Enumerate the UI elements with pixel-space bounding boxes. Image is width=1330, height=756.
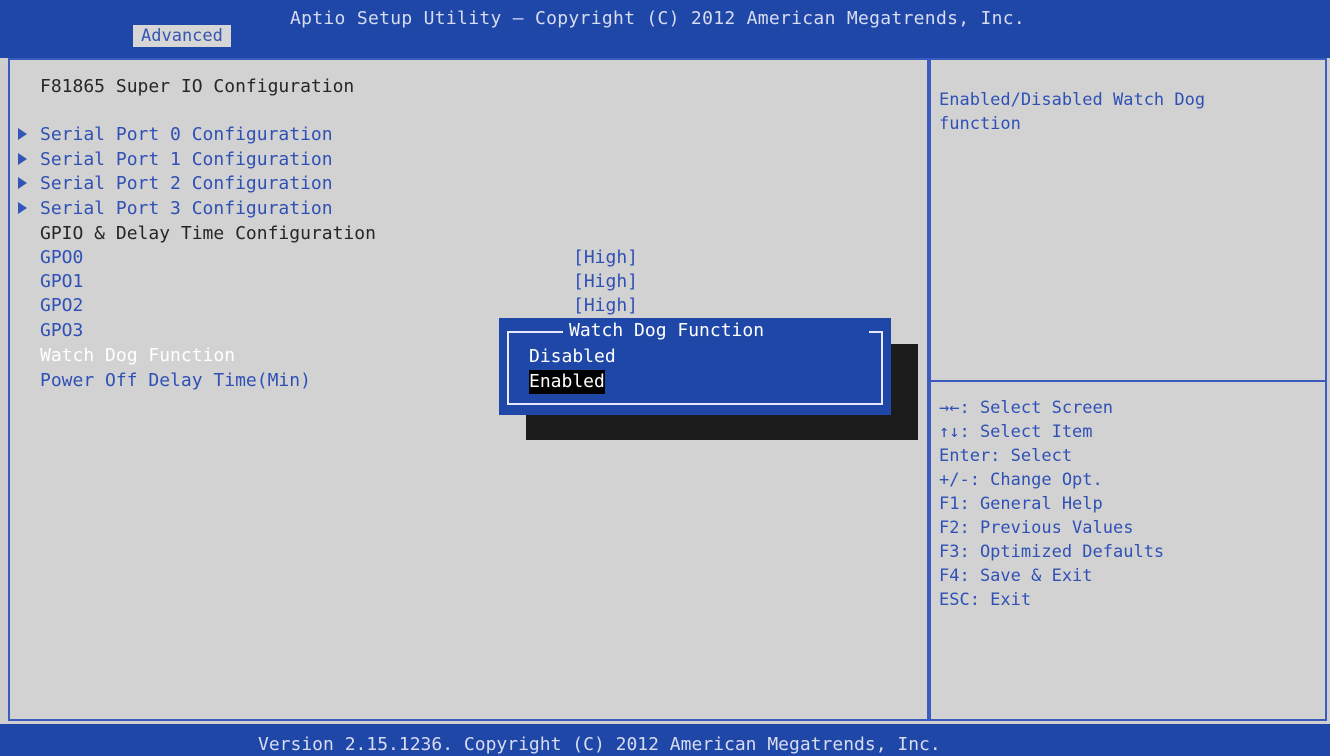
key-item-change-opt: +/-: Change Opt. [939, 470, 1103, 490]
title-bar: Aptio Setup Utility – Copyright (C) 2012… [0, 0, 1330, 58]
popup-title: Watch Dog Function [569, 320, 765, 341]
submenu-label: Serial Port 0 Configuration [40, 124, 333, 145]
tab-advanced[interactable]: Advanced [133, 25, 231, 47]
app-title: Aptio Setup Utility – Copyright (C) 2012… [290, 8, 1026, 29]
submenu-label: Serial Port 2 Configuration [40, 173, 333, 194]
key-item-esc-exit: ESC: Exit [939, 590, 1032, 610]
key-item-enter: Enter: Select [939, 446, 1073, 466]
submenu-serial-port-0[interactable]: Serial Port 0 Configuration [18, 123, 333, 147]
submenu-label: Serial Port 3 Configuration [40, 198, 333, 219]
key-legend: →←: Select Screen ↑↓: Select Item Enter:… [939, 396, 1164, 612]
section-label-gpio: GPIO & Delay Time Configuration [40, 223, 376, 244]
page-title: F81865 Super IO Configuration [40, 76, 355, 97]
help-divider [931, 380, 1325, 382]
key-item-save-exit: F4: Save & Exit [939, 566, 1093, 586]
setting-gpo1-value[interactable]: [High] [573, 270, 638, 294]
setting-gpo2-value[interactable]: [High] [573, 294, 638, 318]
submenu-arrow-icon [18, 202, 27, 214]
setting-gpo1-label[interactable]: GPO1 [40, 270, 83, 294]
help-panel: Enabled/Disabled Watch Dog function →←: … [929, 58, 1327, 721]
setting-gpo3-label[interactable]: GPO3 [40, 319, 83, 343]
submenu-arrow-icon [18, 153, 27, 165]
popup-frame-top [869, 331, 883, 333]
setting-watchdog-label[interactable]: Watch Dog Function [40, 344, 235, 368]
submenu-serial-port-1[interactable]: Serial Port 1 Configuration [18, 148, 333, 172]
submenu-arrow-icon [18, 128, 27, 140]
footer-bar: Version 2.15.1236. Copyright (C) 2012 Am… [0, 724, 1330, 756]
help-description: Enabled/Disabled Watch Dog function [939, 90, 1206, 134]
key-item-optimized-defaults: F3: Optimized Defaults [939, 542, 1165, 562]
submenu-arrow-icon [18, 177, 27, 189]
setting-gpo0-label[interactable]: GPO0 [40, 246, 83, 270]
setting-power-off-delay-label[interactable]: Power Off Delay Time(Min) [40, 369, 311, 393]
submenu-serial-port-3[interactable]: Serial Port 3 Configuration [18, 197, 333, 221]
setting-gpo0-value[interactable]: [High] [573, 246, 638, 270]
key-item-select-item: ↑↓: Select Item [939, 422, 1093, 442]
popup-frame-top [507, 331, 563, 333]
submenu-serial-port-2[interactable]: Serial Port 2 Configuration [18, 172, 333, 196]
key-item-general-help: F1: General Help [939, 494, 1103, 514]
submenu-label: Serial Port 1 Configuration [40, 149, 333, 170]
popup-option-disabled[interactable]: Disabled [529, 345, 616, 369]
watchdog-popup: Watch Dog Function Disabled Enabled [499, 318, 891, 415]
setting-gpo2-label[interactable]: GPO2 [40, 294, 83, 318]
key-item-previous-values: F2: Previous Values [939, 518, 1134, 538]
key-item-select-screen: →←: Select Screen [939, 398, 1113, 418]
popup-option-enabled[interactable]: Enabled [529, 370, 605, 394]
footer-version-text: Version 2.15.1236. Copyright (C) 2012 Am… [258, 734, 941, 755]
